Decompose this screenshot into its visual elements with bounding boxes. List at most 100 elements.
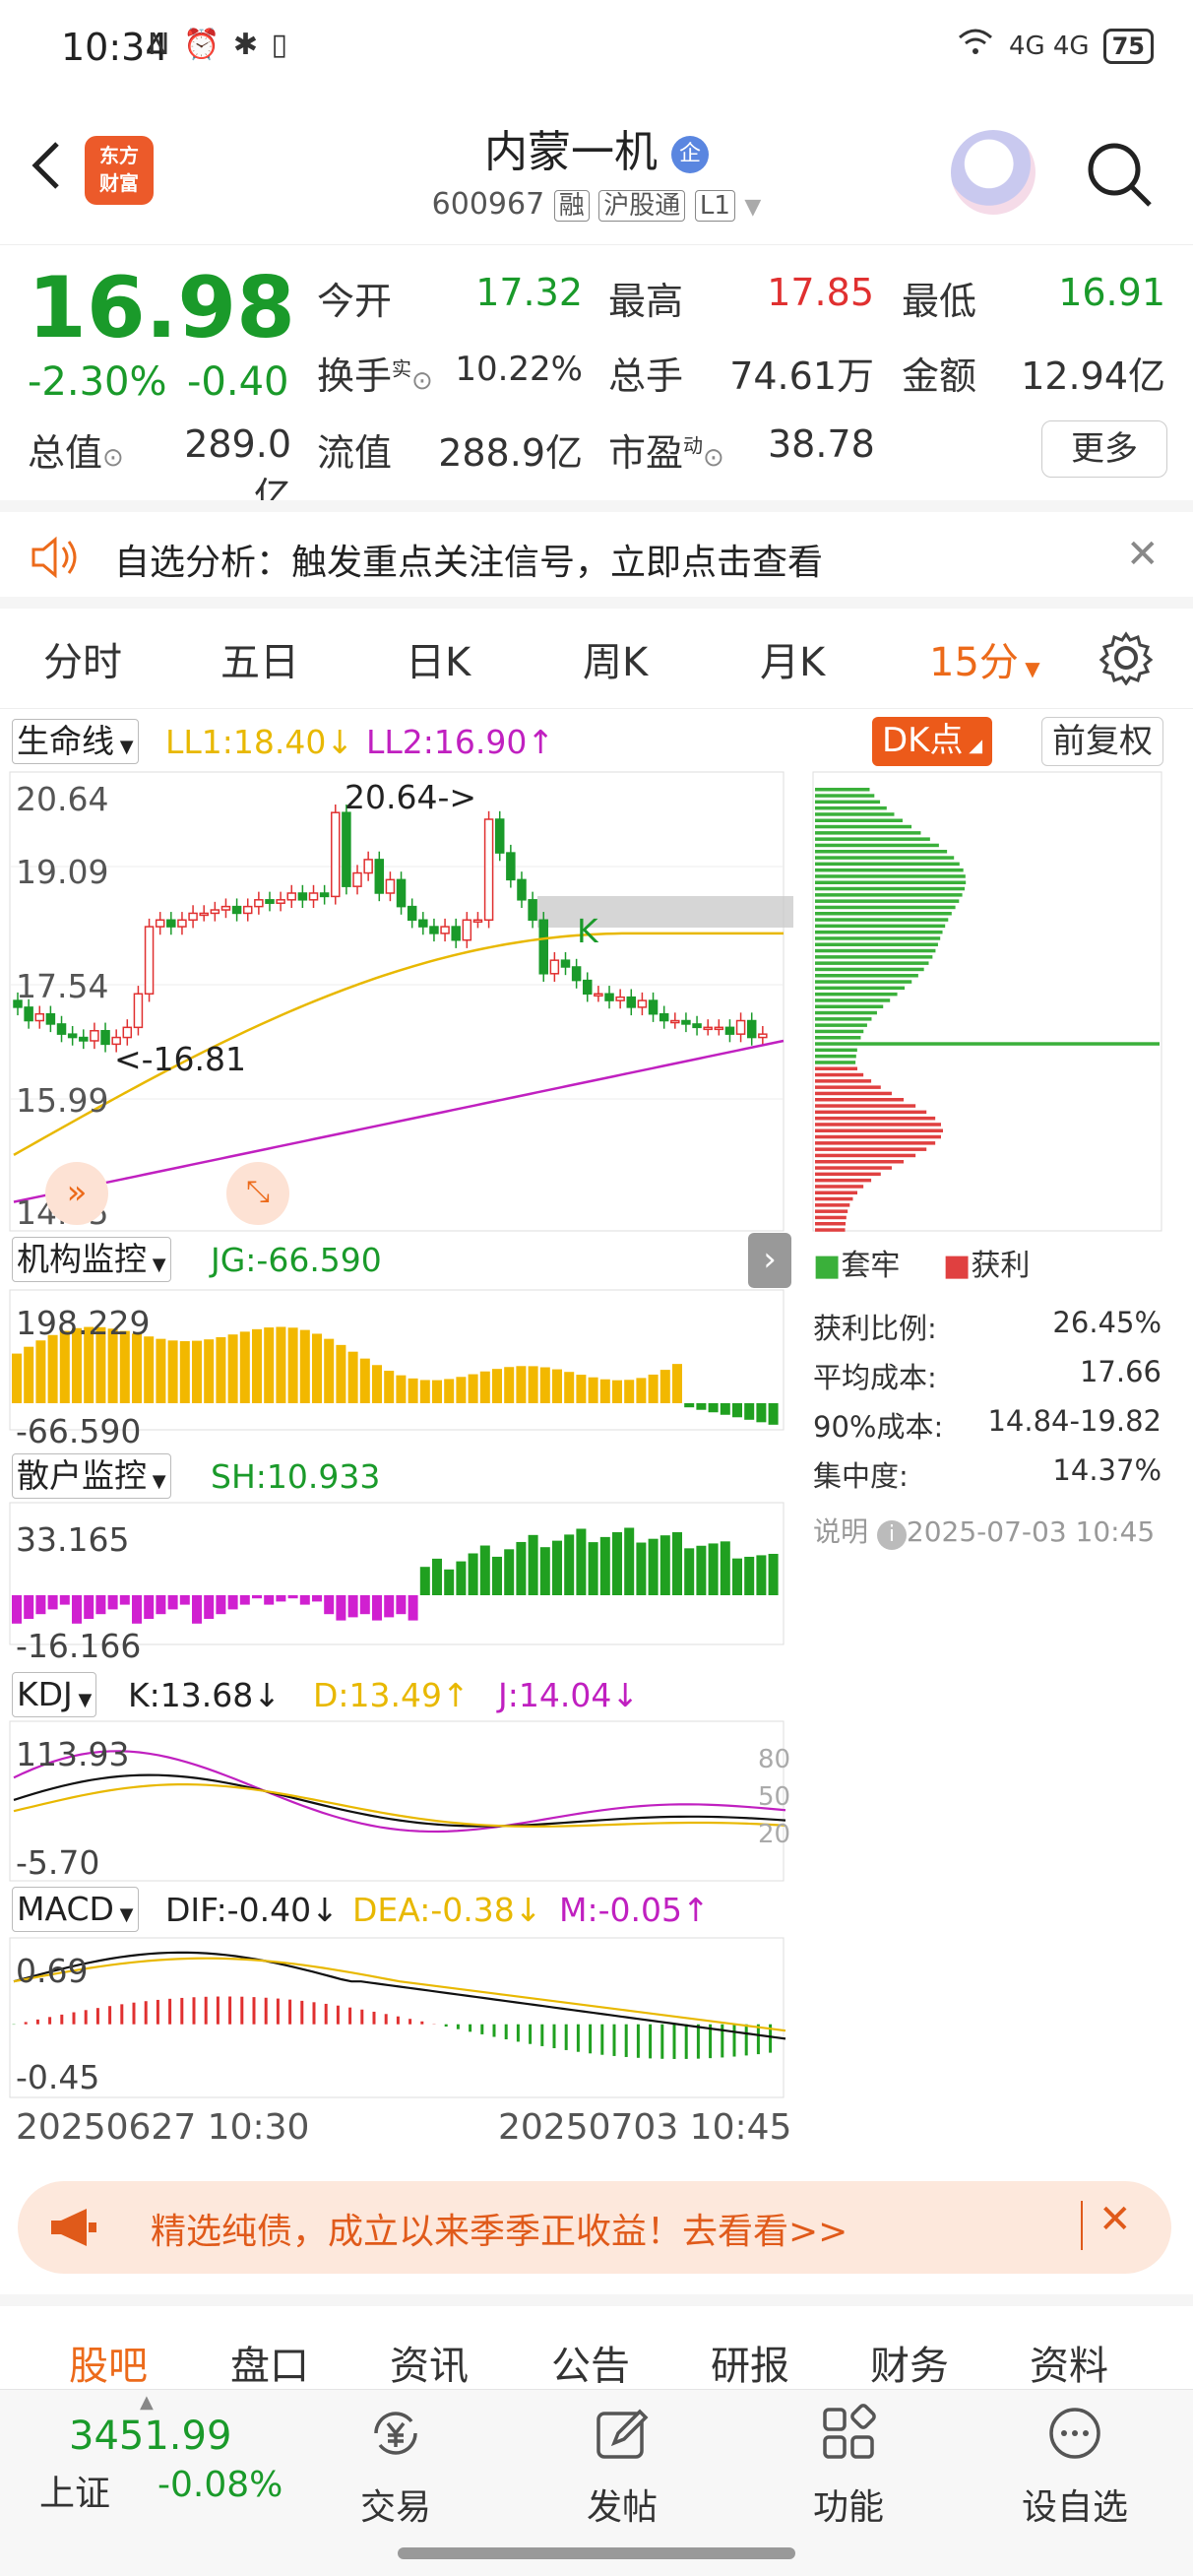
k-marker: K <box>577 912 598 950</box>
chip-bar <box>815 837 930 841</box>
sh-bar <box>696 1545 707 1595</box>
index-ticker[interactable]: ▲ 3451.99 上证 -0.08% <box>20 2390 295 2538</box>
jg-bar <box>444 1379 455 1403</box>
jg-bar <box>659 1370 670 1403</box>
candle-body <box>670 1019 680 1024</box>
kdj-select[interactable]: KDJ ▼ <box>12 1672 97 1717</box>
candle-body <box>385 878 396 894</box>
sh-bar <box>132 1595 142 1624</box>
robot-assistant-avatar[interactable] <box>951 130 1036 215</box>
tab-fenshi[interactable]: 分时 <box>43 630 122 687</box>
candle-body <box>231 905 242 915</box>
mktcap-label-text: 总值 <box>28 431 103 475</box>
notice-banner[interactable]: 自选分析：触发重点关注信号，立即点击查看 ✕ <box>0 500 1193 609</box>
sh-bar <box>216 1595 226 1615</box>
sh-bar <box>432 1558 442 1595</box>
candle-body <box>735 1019 746 1035</box>
jg-bar <box>419 1380 430 1403</box>
chevron-right-icon[interactable]: › <box>748 1233 791 1288</box>
search-icon[interactable] <box>1081 136 1156 211</box>
macd-dif-line <box>13 1951 786 2040</box>
expand-icon[interactable]: » <box>45 1162 108 1225</box>
candle-body <box>659 1012 669 1022</box>
low-annotation: <-16.81 <box>114 1040 247 1078</box>
indicator-select[interactable]: 生命线 ▼ <box>12 719 139 764</box>
dk-point-button[interactable]: DK点 ◢ <box>872 717 993 766</box>
sh-bar <box>359 1595 370 1615</box>
pe-label-text: 市盈 <box>608 431 684 475</box>
kdj-level-20: 20 <box>758 1820 791 1849</box>
candle-body <box>560 959 571 968</box>
chip-bar <box>815 1209 848 1213</box>
tab-zhouk[interactable]: 周K <box>583 630 648 687</box>
candle-body <box>648 999 659 1015</box>
tab-wuri[interactable]: 五日 <box>220 630 299 687</box>
chart-area[interactable]: 生命线 ▼ LL1:18.40↓ LL2:16.90↑ DK点 ◢ 前复权 20… <box>0 709 1193 2157</box>
candle-body <box>615 996 625 1001</box>
caret-down-icon: ▼ <box>113 1904 134 1925</box>
float-value: 288.9亿 <box>438 431 583 475</box>
jg-bar <box>252 1328 262 1403</box>
candle-body <box>374 859 385 894</box>
tab-yuek[interactable]: 月K <box>760 630 825 687</box>
candle-body <box>594 993 603 998</box>
sh-bar <box>24 1595 34 1619</box>
chip-bar <box>815 1191 857 1194</box>
tab-caiwu[interactable]: 财务 <box>870 2334 949 2391</box>
sh-bar <box>312 1595 322 1602</box>
sh-bottom: -16.166 <box>16 1627 142 1665</box>
jg-bar <box>179 1340 190 1403</box>
pe-label: 市盈动⊙ <box>608 422 724 477</box>
caret-down-icon: ▼ <box>72 1690 93 1710</box>
macd-dif: DIF:-0.40↓ <box>165 1891 339 1929</box>
chip-note[interactable]: 说明 i 2025-07-03 10:45 <box>813 1511 1155 1550</box>
tab-yanbao[interactable]: 研报 <box>711 2334 789 2391</box>
gear-icon[interactable] <box>1099 630 1154 689</box>
indicator-name: 生命线 <box>17 722 114 760</box>
last-price: 16.98 <box>28 259 296 357</box>
caret-down-icon: ▼ <box>1018 657 1040 680</box>
avg-cost-value: 17.66 <box>1079 1355 1162 1388</box>
legend-profit: ■获利 <box>943 1241 1030 1284</box>
sh-bar <box>384 1595 395 1618</box>
chip-bar <box>815 1029 864 1034</box>
chip-bar <box>815 1091 892 1096</box>
tab-pankou[interactable]: 盘口 <box>230 2334 309 2391</box>
macd-m: M:-0.05↑ <box>559 1891 710 1929</box>
period-tabs: 分时 五日 日K 周K 月K 15分 ▼ <box>0 611 1193 709</box>
chip-bar <box>815 1172 881 1177</box>
macd-select[interactable]: MACD ▼ <box>12 1887 139 1932</box>
kdj-j: J:14.04↓ <box>498 1676 639 1714</box>
jg-select[interactable]: 机构监控 ▼ <box>12 1237 171 1282</box>
sh-select[interactable]: 散户监控 ▼ <box>12 1453 171 1499</box>
jg-bar <box>408 1378 418 1403</box>
tag-l1: L1 <box>694 190 735 222</box>
close-icon[interactable]: ✕ <box>1126 532 1160 577</box>
nav-add-watchlist-label: 设自选 <box>1021 2487 1128 2528</box>
tab-zixun[interactable]: 资讯 <box>390 2334 469 2391</box>
close-icon[interactable]: ✕ <box>1099 2197 1132 2242</box>
candle-body <box>363 859 373 874</box>
promo-banner[interactable]: 精选纯债，成立以来季季正收益！去看看>> ✕ <box>18 2181 1171 2274</box>
kdj-top: 113.93 <box>16 1735 130 1773</box>
jg-bar <box>12 1353 22 1403</box>
tab-gonggao[interactable]: 公告 <box>551 2334 630 2391</box>
candle-body <box>286 892 296 901</box>
jg-bar <box>35 1340 46 1403</box>
candle-body <box>199 912 209 917</box>
candle-body <box>352 871 362 887</box>
sh-bar <box>372 1595 382 1621</box>
megaphone-icon <box>47 2207 98 2252</box>
more-button[interactable]: 更多 <box>1041 420 1167 478</box>
tab-guba[interactable]: 股吧 <box>69 2334 148 2391</box>
tab-rik[interactable]: 日K <box>406 630 471 687</box>
adjust-button[interactable]: 前复权 <box>1041 717 1163 766</box>
fullscreen-icon[interactable]: ⤡ <box>226 1162 289 1225</box>
sh-bar <box>552 1540 562 1595</box>
pe-value: 38.78 <box>768 422 875 466</box>
jg-bar <box>432 1380 442 1403</box>
tab-15min[interactable]: 15分 ▼ <box>929 630 1040 687</box>
tab-ziliao[interactable]: 资料 <box>1030 2334 1108 2391</box>
chip-bar <box>815 899 960 903</box>
candle-body <box>758 1033 768 1039</box>
